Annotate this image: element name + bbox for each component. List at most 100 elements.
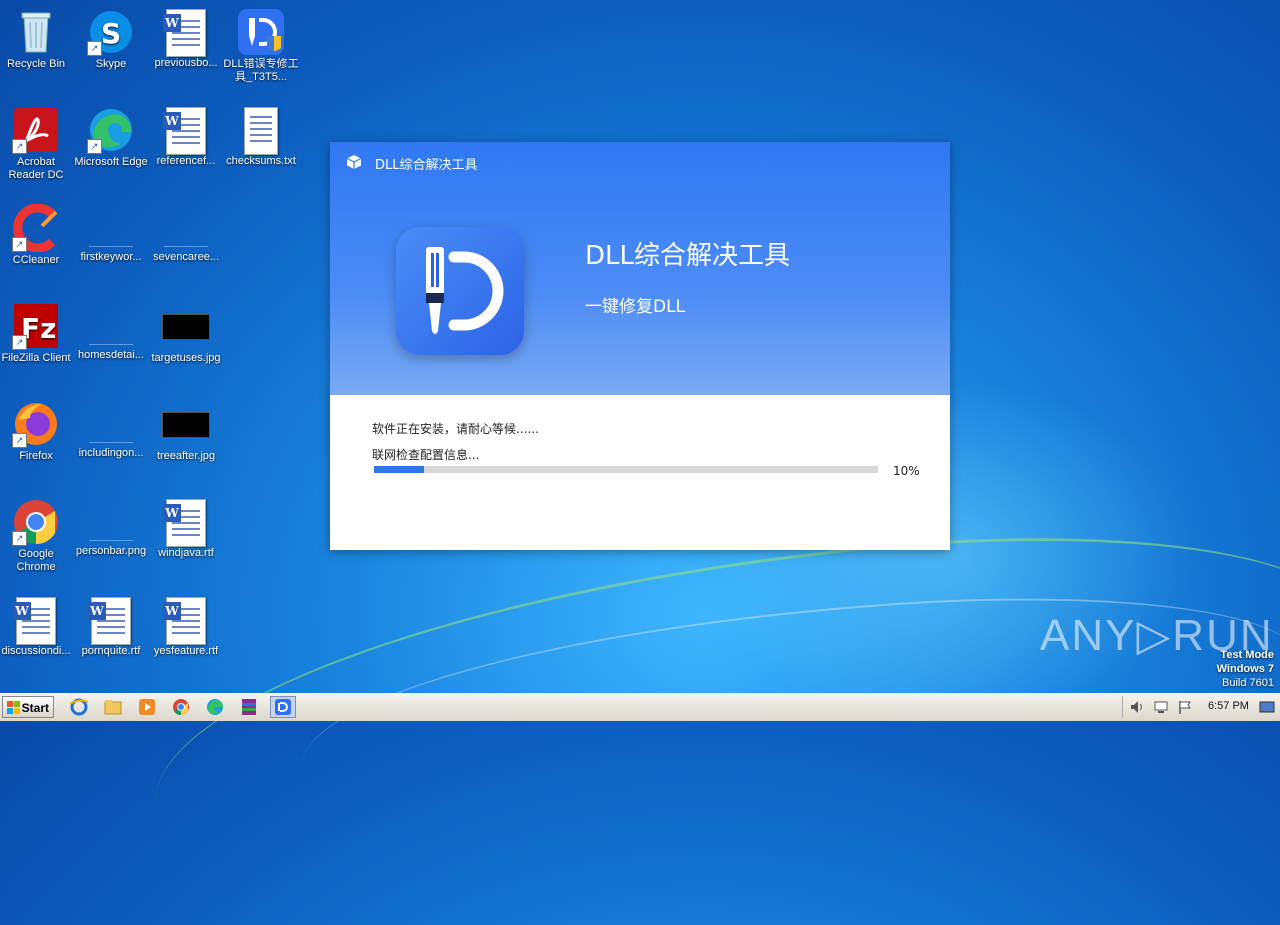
chrome-icon: ↗ (12, 498, 60, 546)
word-document-icon: W (163, 499, 206, 547)
app-name: DLL综合解决工具 (585, 241, 790, 271)
desktop-icon-label: checksums.txt (226, 155, 296, 167)
windows-version-line: Windows 7 (1216, 663, 1274, 675)
desktop-icon-file[interactable]: W windjava.rtf (148, 498, 224, 560)
desktop-icon-label: Microsoft Edge (74, 156, 148, 168)
shortcut-arrow-icon: ↗ (87, 139, 102, 154)
dll-tool-logo-icon (396, 227, 524, 355)
desktop-icon-file[interactable]: W yesfeature.rtf (148, 596, 224, 658)
recycle-bin-icon (12, 8, 60, 56)
dialog-title: DLL综合解决工具 (375, 158, 478, 173)
action-center-flag-icon[interactable] (1177, 699, 1193, 715)
word-document-icon: W (88, 597, 131, 645)
text-document-icon (244, 107, 278, 155)
installer-dialog: DLL综合解决工具 DLL综合解决工具 一键修复DLL 软件正在安装，请耐心等候… (330, 142, 950, 550)
app-cube-icon (346, 155, 362, 169)
start-label: Start (21, 701, 49, 715)
progress-percent: 10% (893, 464, 920, 478)
desktop-icon-label: Firefox (19, 450, 53, 462)
desktop-icon-edge[interactable]: ↗ Microsoft Edge (73, 106, 149, 169)
app-subtitle: 一键修复DLL (585, 297, 686, 317)
desktop-icon-recycle-bin[interactable]: Recycle Bin (0, 8, 74, 71)
desktop-icon-file[interactable]: personbar.png (73, 498, 149, 558)
desktop-icon-file[interactable]: firstkeywor... (73, 204, 149, 264)
desktop-icon-file[interactable]: W referencef... (148, 106, 224, 168)
desktop-icon-label: yesfeature.rtf (153, 645, 219, 657)
desktop-icon-label: firstkeywor... (80, 251, 142, 263)
desktop-icon-file[interactable]: W previousbo... (148, 8, 224, 70)
desktop-icon-firefox[interactable]: ↗ Firefox (0, 400, 74, 463)
desktop-icon-file[interactable]: W pornquite.rtf (73, 596, 149, 658)
desktop-icon-file[interactable]: homesdetai... (73, 302, 149, 362)
shortcut-arrow-icon: ↗ (12, 139, 27, 154)
desktop-icon-file[interactable]: targetuses.jpg (148, 302, 224, 365)
desktop-icon-label: Acrobat Reader DC (8, 156, 64, 181)
taskbar: Start 6:57 PM (0, 693, 1280, 721)
blank-file-icon (89, 210, 133, 247)
ccleaner-icon: ↗ (12, 203, 60, 253)
show-desktop-icon[interactable] (1259, 699, 1275, 715)
desktop-icon-label: Google Chrome (16, 548, 56, 573)
desktop-icon-label: Recycle Bin (6, 58, 66, 70)
media-player-icon (139, 699, 155, 715)
progress-bar (374, 466, 878, 473)
skype-icon: S ↗ (87, 8, 135, 56)
word-document-icon: W (13, 597, 56, 645)
taskbar-winrar-button[interactable] (236, 696, 262, 718)
edge-icon: ↗ (87, 106, 135, 154)
edge-icon (207, 699, 223, 715)
desktop-icon-label: treeafter.jpg (156, 450, 216, 462)
install-detail-text: 联网检查配置信息... (372, 448, 480, 462)
build-line: Build 7601 (1222, 677, 1274, 689)
desktop-icon-label: CCleaner (12, 254, 60, 266)
desktop-icon-file[interactable]: checksums.txt (223, 106, 299, 168)
desktop-icon-file[interactable]: treeafter.jpg (148, 400, 224, 463)
network-icon[interactable] (1153, 699, 1169, 715)
firefox-icon: ↗ (12, 400, 60, 448)
blank-file-icon (164, 210, 208, 247)
desktop-icon-label: windjava.rtf (158, 547, 214, 559)
desktop-icon-label: personbar.png (75, 545, 147, 557)
filezilla-icon: Fz ↗ (12, 302, 60, 350)
word-document-icon: W (163, 107, 206, 155)
taskbar-ie-button[interactable] (66, 696, 92, 718)
start-button[interactable]: Start (2, 696, 54, 718)
test-mode-line: Test Mode (1220, 649, 1274, 661)
taskbar-clock[interactable]: 6:57 PM (1208, 700, 1249, 712)
desktop-icon-skype[interactable]: S ↗ Skype (73, 8, 149, 71)
taskbar-edge-button[interactable] (202, 696, 228, 718)
desktop-icon-file[interactable]: includingon... (73, 400, 149, 460)
windows-flag-icon (7, 701, 20, 714)
dll-tool-icon (275, 699, 291, 715)
desktop-icon-label: discussiondi... (1, 645, 71, 657)
desktop-icon-label: previousbo... (154, 57, 218, 69)
archive-icon (242, 699, 256, 715)
folder-icon (104, 700, 122, 715)
taskbar-dll-tool-button[interactable] (270, 696, 296, 718)
desktop-icon-label: referencef... (156, 155, 216, 167)
blank-file-icon (89, 308, 133, 345)
desktop-icon-filezilla[interactable]: Fz ↗ FileZilla Client (0, 302, 74, 365)
desktop-icon-dll-tool[interactable]: DLL错误专修工具_T3T5... (223, 8, 299, 84)
taskbar-chrome-button[interactable] (168, 696, 194, 718)
desktop-icon-label: pornquite.rtf (81, 645, 141, 657)
internet-explorer-icon (69, 698, 89, 716)
shortcut-arrow-icon: ↗ (12, 335, 27, 350)
desktop-icon-ccleaner[interactable]: ↗ CCleaner (0, 203, 74, 267)
image-thumbnail-icon (162, 412, 210, 438)
desktop-icon-file[interactable]: sevencaree... (148, 204, 224, 264)
desktop-icon-chrome[interactable]: ↗ Google Chrome (0, 498, 74, 574)
blank-file-icon (89, 504, 133, 541)
shortcut-arrow-icon: ↗ (12, 531, 27, 546)
test-mode-watermark: Test Mode Windows 7 Build 7601 (1217, 648, 1274, 690)
desktop-icon-file[interactable]: W discussiondi... (0, 596, 74, 658)
desktop-icon-label: Skype (95, 58, 127, 70)
chrome-icon (173, 699, 189, 716)
desktop-icon-acrobat[interactable]: ↗ Acrobat Reader DC (0, 106, 74, 182)
desktop-icon-label: FileZilla Client (1, 352, 71, 364)
taskbar-media-player-button[interactable] (134, 696, 160, 718)
desktop-icon-label: includingon... (78, 447, 144, 459)
shortcut-arrow-icon: ↗ (87, 41, 102, 56)
taskbar-explorer-button[interactable] (100, 696, 126, 718)
volume-icon[interactable] (1129, 699, 1145, 715)
